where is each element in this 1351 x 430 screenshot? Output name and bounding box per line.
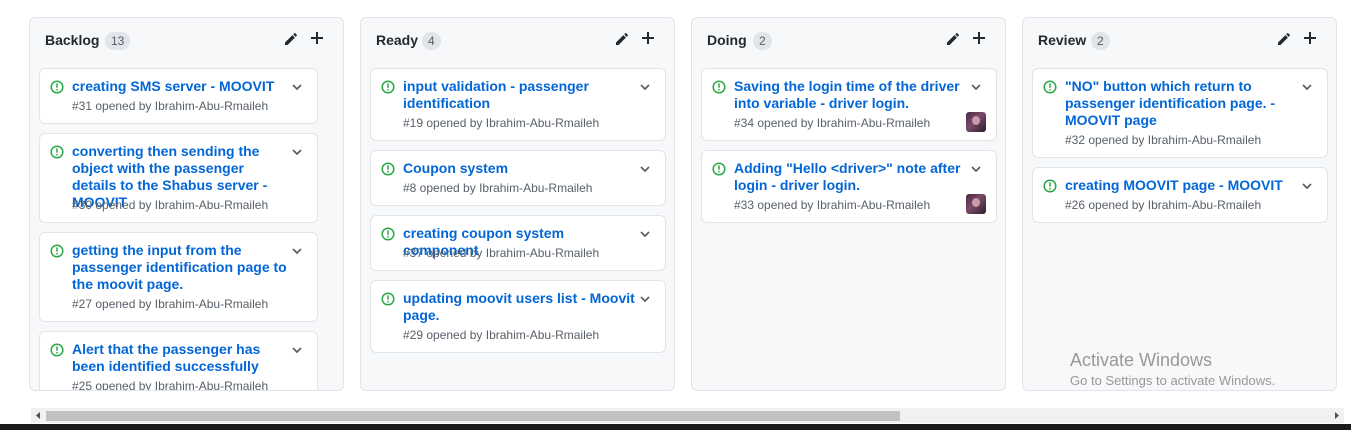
chevron-down-icon[interactable] [291,80,303,92]
issue-open-icon [381,80,395,94]
plus-icon[interactable] [640,30,656,46]
chevron-down-icon[interactable] [1301,80,1313,92]
issue-meta: #8 opened by Ibrahim-Abu-Rmaileh [403,181,593,195]
issue-open-icon [381,227,395,241]
issue-meta: #26 opened by Ibrahim-Abu-Rmaileh [1065,198,1262,212]
issue-card[interactable]: creating coupon system component #37 ope… [370,215,666,271]
assignee-avatar[interactable] [966,112,986,132]
pencil-icon[interactable] [1276,31,1292,47]
column-title: Review [1038,32,1087,48]
issue-open-icon [712,80,726,94]
chevron-down-icon[interactable] [639,227,651,239]
column-count-badge: 13 [105,32,131,50]
horizontal-scrollbar[interactable] [31,408,1344,423]
issue-open-icon [50,244,64,258]
pencil-icon[interactable] [614,31,630,47]
issue-card[interactable]: creating SMS server - MOOVIT #31 opened … [39,68,318,124]
plus-icon[interactable] [309,30,325,46]
pencil-icon[interactable] [283,31,299,47]
issue-title[interactable]: creating MOOVIT page - MOOVIT [1065,177,1299,194]
issue-meta: #29 opened by Ibrahim-Abu-Rmaileh [403,328,600,342]
plus-icon[interactable] [1302,30,1318,46]
taskbar-edge [0,424,1351,430]
chevron-down-icon[interactable] [291,145,303,157]
issue-card[interactable]: input validation - passenger identificat… [370,68,666,141]
issue-open-icon [381,292,395,306]
issue-title[interactable]: getting the input from the passenger ide… [72,242,289,293]
issue-card[interactable]: Alert that the passenger has been identi… [39,331,318,391]
issue-open-icon [1043,80,1057,94]
issue-card[interactable]: updating moovit users list - Moovit page… [370,280,666,353]
column-header: Backlog 13 [30,18,343,62]
issue-title[interactable]: Saving the login time of the driver into… [734,78,968,112]
issue-title[interactable]: creating SMS server - MOOVIT [72,78,289,95]
column-doing: Doing 2 Saving the login time of the dri… [691,17,1006,391]
scroll-left-arrow-icon[interactable] [31,408,46,423]
issue-meta: #31 opened by Ibrahim-Abu-Rmaileh [72,99,269,113]
activate-windows-watermark: Activate Windows Go to Settings to activ… [1070,349,1275,390]
scrollbar-thumb[interactable] [46,411,900,421]
column-header: Review 2 [1023,18,1336,62]
column-count-badge: 2 [753,32,772,50]
chevron-down-icon[interactable] [639,162,651,174]
issue-title[interactable]: Alert that the passenger has been identi… [72,341,289,375]
issue-meta: #25 opened by Ibrahim-Abu-Rmaileh [72,379,269,391]
column-review: Review 2 "NO" button which return to pas… [1022,17,1337,391]
issue-open-icon [381,162,395,176]
issue-meta: #27 opened by Ibrahim-Abu-Rmaileh [72,297,269,311]
watermark-subtitle: Go to Settings to activate Windows. [1070,373,1276,388]
assignee-avatar[interactable] [966,194,986,214]
column-header: Doing 2 [692,18,1005,62]
issue-meta: #19 opened by Ibrahim-Abu-Rmaileh [403,116,600,130]
scroll-right-arrow-icon[interactable] [1329,408,1344,423]
issue-card[interactable]: converting then sending the object with … [39,133,318,223]
issue-title[interactable]: Adding "Hello <driver>" note after login… [734,160,968,194]
issue-title[interactable]: Coupon system [403,160,637,177]
pencil-icon[interactable] [945,31,961,47]
chevron-down-icon[interactable] [970,80,982,92]
issue-open-icon [50,145,64,159]
issue-title[interactable]: "NO" button which return to passenger id… [1065,78,1299,129]
column-title: Ready [376,32,419,48]
issue-title[interactable]: input validation - passenger identificat… [403,78,637,112]
project-board: Backlog 13 creating SMS server - MOOVIT … [0,0,1351,406]
chevron-down-icon[interactable] [639,292,651,304]
issue-open-icon [50,80,64,94]
column-ready: Ready 4 input validation - passenger ide… [360,17,675,391]
issue-card[interactable]: Saving the login time of the driver into… [701,68,997,141]
issue-card[interactable]: "NO" button which return to passenger id… [1032,68,1328,158]
chevron-down-icon[interactable] [291,244,303,256]
issue-meta: #37 opened by Ibrahim-Abu-Rmaileh [403,246,600,260]
issue-open-icon [1043,179,1057,193]
column-backlog: Backlog 13 creating SMS server - MOOVIT … [29,17,344,391]
chevron-down-icon[interactable] [639,80,651,92]
watermark-title: Activate Windows [1070,350,1213,370]
issue-meta: #33 opened by Ibrahim-Abu-Rmaileh [734,198,931,212]
column-header: Ready 4 [361,18,674,62]
chevron-down-icon[interactable] [1301,179,1313,191]
issue-meta: #32 opened by Ibrahim-Abu-Rmaileh [1065,133,1262,147]
issue-title[interactable]: updating moovit users list - Moovit page… [403,290,637,324]
column-count-badge: 2 [1091,32,1110,50]
issue-open-icon [712,162,726,176]
chevron-down-icon[interactable] [291,343,303,355]
column-count-badge: 4 [422,32,441,50]
column-title: Backlog [45,32,100,48]
issue-open-icon [50,343,64,357]
issue-card[interactable]: getting the input from the passenger ide… [39,232,318,322]
plus-icon[interactable] [971,30,987,46]
issue-meta: #30 opened by Ibrahim-Abu-Rmaileh [72,198,269,212]
issue-card[interactable]: creating MOOVIT page - MOOVIT #26 opened… [1032,167,1328,223]
issue-card[interactable]: Adding "Hello <driver>" note after login… [701,150,997,223]
column-title: Doing [707,32,747,48]
issue-card[interactable]: Coupon system #8 opened by Ibrahim-Abu-R… [370,150,666,206]
chevron-down-icon[interactable] [970,162,982,174]
issue-meta: #34 opened by Ibrahim-Abu-Rmaileh [734,116,931,130]
